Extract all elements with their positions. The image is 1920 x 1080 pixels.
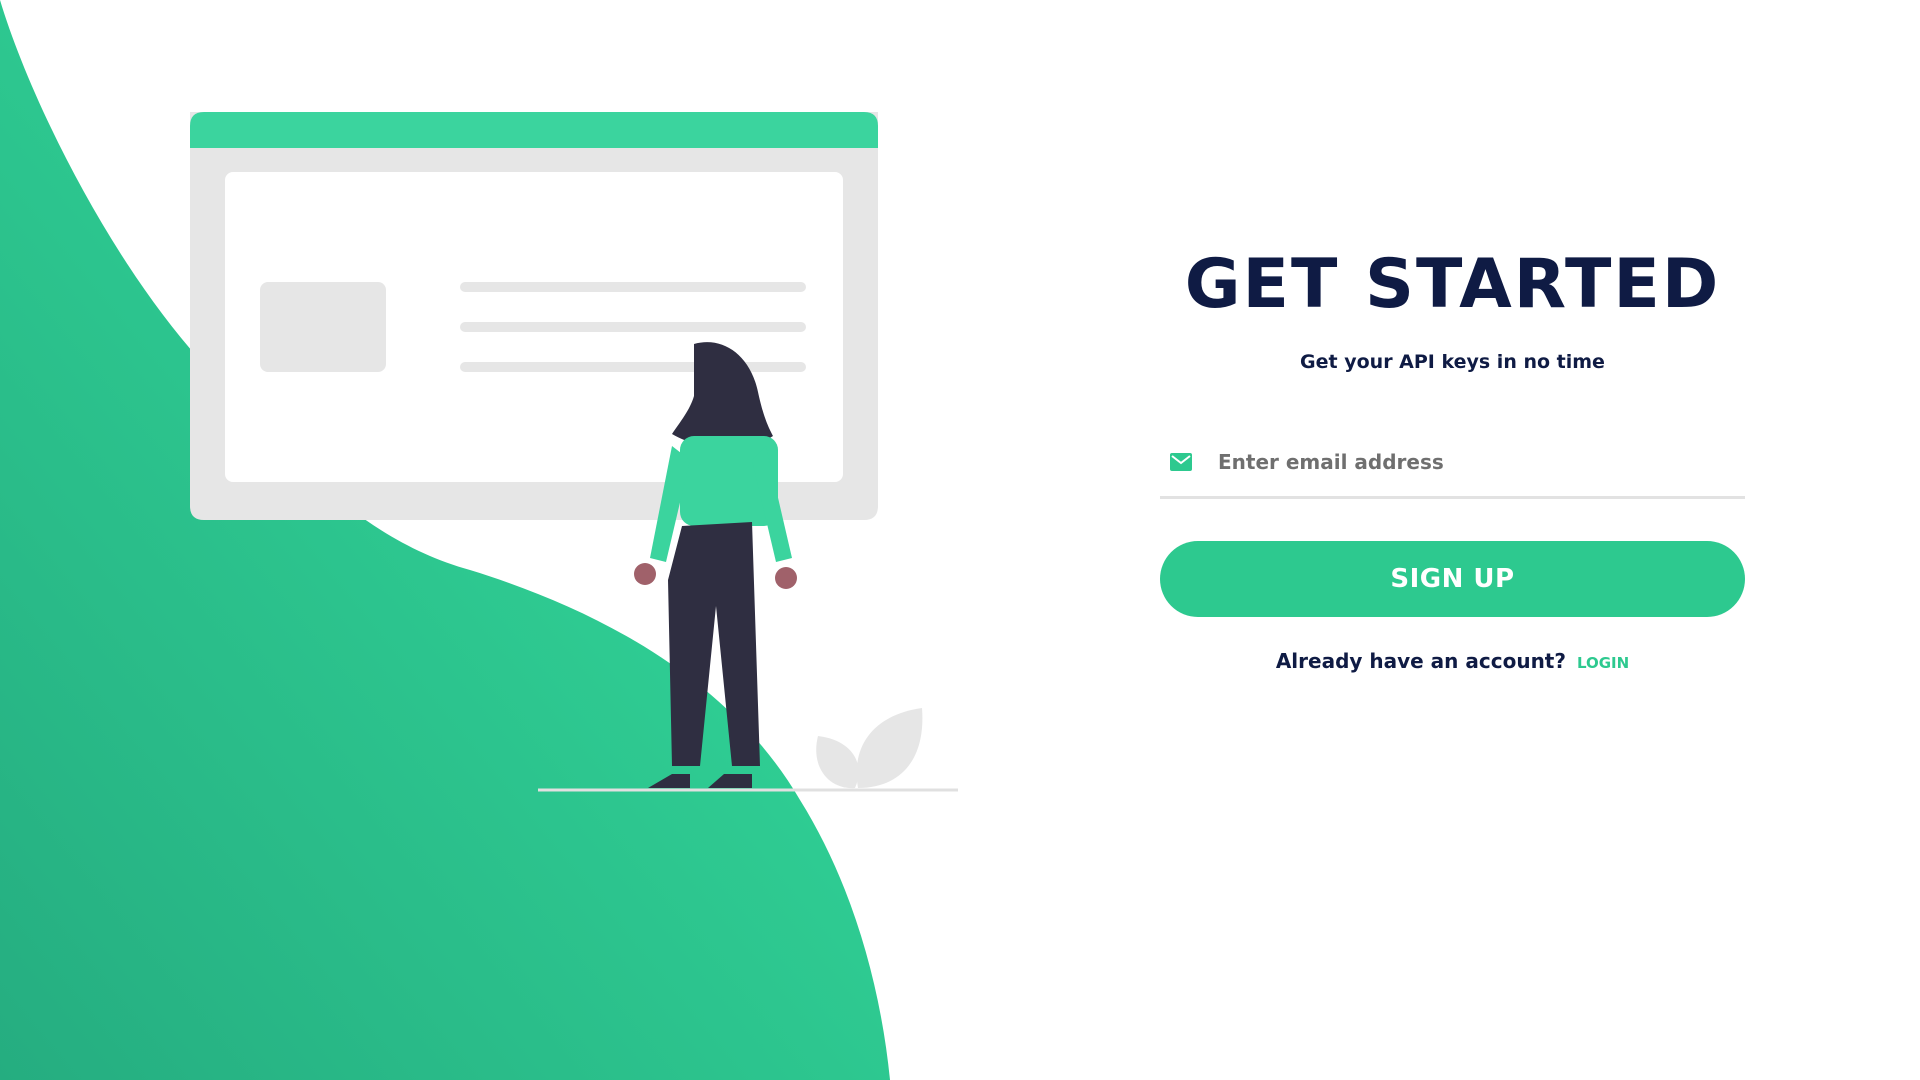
mail-icon (1170, 453, 1194, 471)
login-link[interactable]: LOGIN (1577, 654, 1629, 672)
page-subtitle: Get your API keys in no time (1300, 351, 1605, 373)
email-field (1160, 428, 1745, 499)
account-prompt-text: Already have an account? (1275, 649, 1566, 673)
plant-illustration (816, 708, 923, 789)
login-prompt: Already have an account? LOGIN (1160, 649, 1745, 673)
hero-illustration (0, 0, 958, 1080)
email-input[interactable] (1218, 450, 1698, 474)
signup-form: GET STARTED Get your API keys in no time… (1160, 240, 1745, 673)
signup-page: GET STARTED Get your API keys in no time… (0, 0, 1920, 1080)
sign-up-button[interactable]: SIGN UP (1160, 541, 1745, 617)
page-title: GET STARTED (1184, 245, 1721, 324)
